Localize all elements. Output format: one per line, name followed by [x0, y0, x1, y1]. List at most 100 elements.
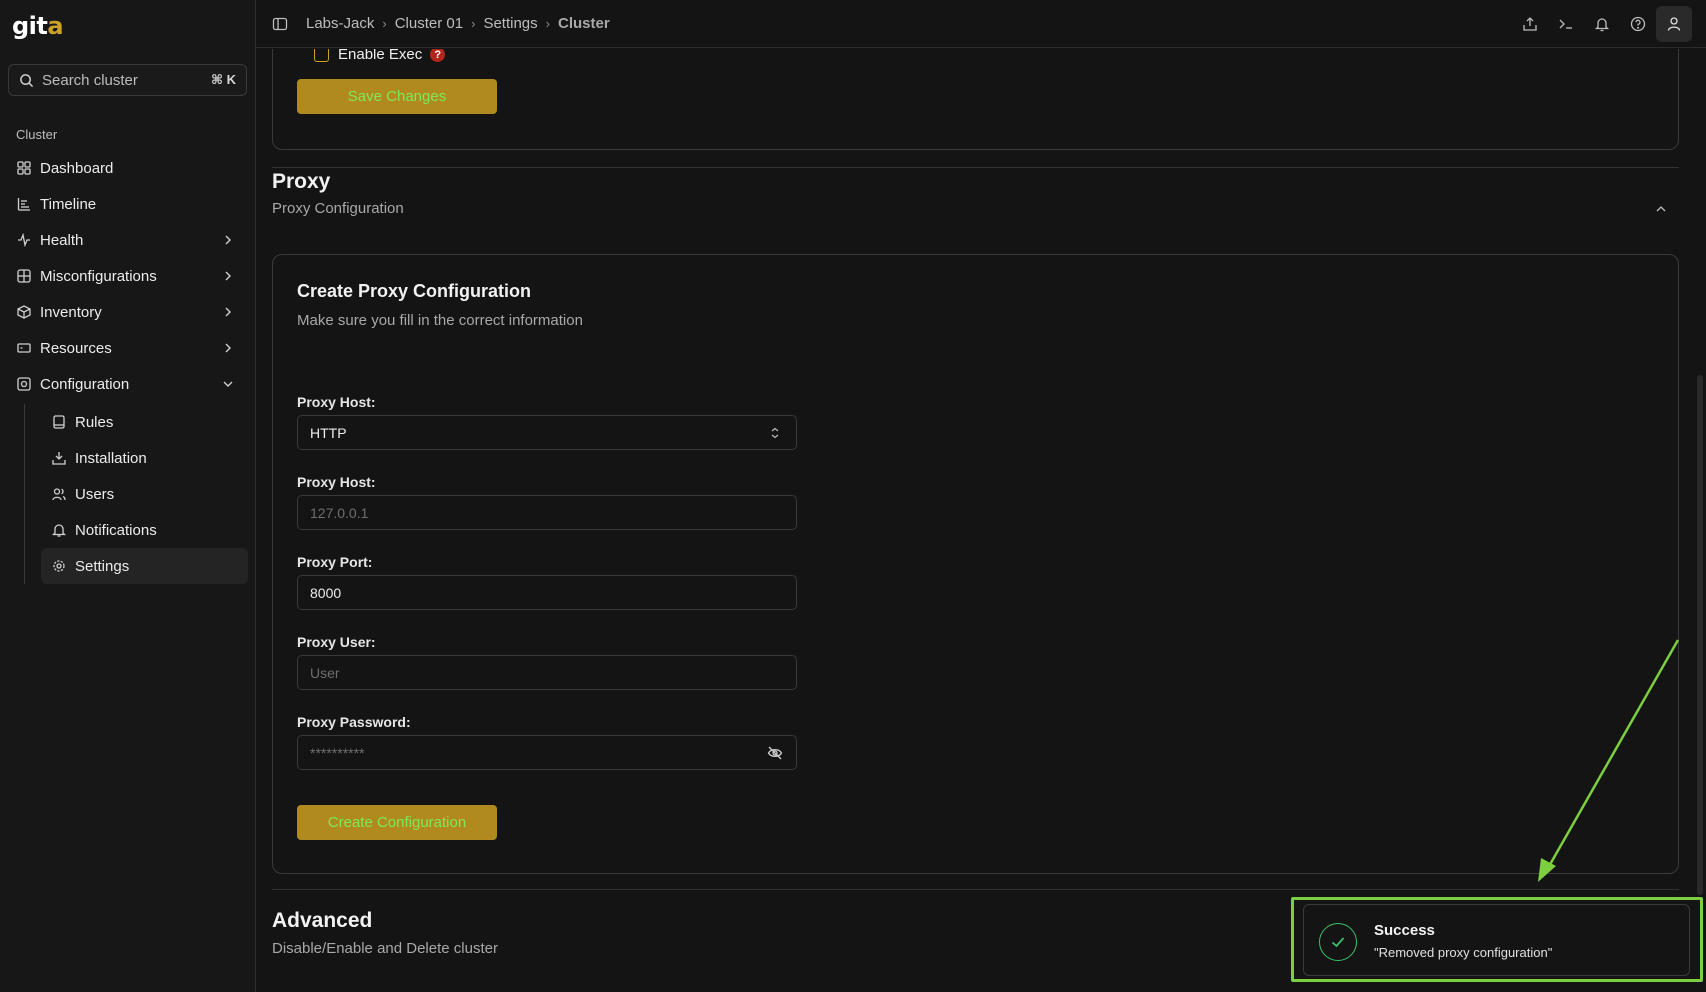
proxy-user-placeholder: User [310, 664, 340, 681]
sidebar-item-label: Inventory [40, 303, 102, 321]
timeline-icon [16, 196, 32, 212]
misconfig-icon [16, 268, 32, 284]
enable-exec-label: Enable Exec [338, 49, 423, 63]
upload-icon[interactable] [1512, 6, 1548, 42]
chevron-right-icon [220, 232, 236, 248]
proxy-section-subtitle: Proxy Configuration [272, 200, 404, 217]
sidebar-item-health[interactable]: Health [8, 222, 248, 258]
search-input[interactable]: Search cluster ⌘ K [8, 64, 247, 96]
header-actions [1512, 0, 1706, 48]
search-icon [20, 73, 34, 87]
book-icon [51, 414, 67, 430]
sidebar-item-label: Settings [75, 557, 130, 575]
sidebar-item-label: Timeline [40, 195, 97, 213]
chevron-right-icon [220, 340, 236, 356]
help-icon[interactable]: ? [430, 49, 446, 62]
check-circle-icon [1319, 923, 1357, 961]
chevron-up-icon[interactable] [1654, 202, 1670, 218]
toast-message: "Removed proxy configuration" [1374, 945, 1553, 960]
proxy-password-input[interactable]: ********** [297, 735, 797, 770]
sidebar-item-resources[interactable]: Resources [8, 330, 248, 366]
success-toast[interactable]: Success "Removed proxy configuration" [1303, 904, 1690, 976]
proxy-user-label: Proxy User: [297, 634, 376, 650]
sidebar-item-misconfigurations[interactable]: Misconfigurations [8, 258, 248, 294]
sidebar-nav: Dashboard Timeline Health Misconfigurati… [8, 150, 248, 584]
proxy-card-title: Create Proxy Configuration [297, 281, 532, 301]
main-content: Enable Exec ? Save Changes Proxy Proxy C… [256, 49, 1692, 992]
proxy-password-label: Proxy Password: [297, 714, 411, 730]
user-avatar-icon[interactable] [1656, 6, 1692, 42]
sidebar-section-label: Cluster [16, 127, 58, 142]
breadcrumb-item[interactable]: Labs-Jack [306, 15, 374, 32]
proxy-host-input[interactable]: 127.0.0.1 [297, 495, 797, 530]
search-shortcut: ⌘ K [210, 72, 236, 87]
proxy-section-title: Proxy [272, 170, 331, 193]
sidebar-item-dashboard[interactable]: Dashboard [8, 150, 248, 186]
sidebar-item-label: Resources [40, 339, 112, 357]
create-configuration-button[interactable]: Create Configuration [297, 805, 497, 840]
proxy-port-label: Proxy Port: [297, 554, 373, 570]
chevron-right-icon [220, 268, 236, 284]
users-icon [51, 486, 67, 502]
chevron-right-icon [220, 304, 236, 320]
proxy-card-description: Make sure you fill in the correct inform… [297, 312, 583, 329]
proxy-password-placeholder: ********** [310, 744, 365, 761]
main-scrollbar[interactable] [1697, 375, 1703, 895]
top-header: Labs-Jack › Cluster 01 › Settings › Clus… [256, 0, 1706, 48]
bell-icon[interactable] [1584, 6, 1620, 42]
advanced-section-title: Advanced [272, 909, 373, 932]
breadcrumb-item[interactable]: Settings [483, 15, 537, 32]
sidebar-item-notifications[interactable]: Notifications [41, 512, 248, 548]
proxy-protocol-label: Proxy Host: [297, 394, 376, 410]
toast-title: Success [1374, 922, 1435, 939]
sidebar-item-configuration[interactable]: Configuration [8, 366, 248, 402]
proxy-host-placeholder: 127.0.0.1 [310, 504, 369, 521]
sidebar-item-label: Misconfigurations [40, 267, 157, 285]
sidebar-item-inventory[interactable]: Inventory [8, 294, 248, 330]
eye-off-icon[interactable] [766, 744, 784, 762]
help-circle-icon[interactable] [1620, 6, 1656, 42]
sidebar-toggle-icon[interactable] [272, 16, 288, 32]
gear-icon [51, 558, 67, 574]
sidebar-item-label: Health [40, 231, 84, 249]
sidebar-item-settings[interactable]: Settings [41, 548, 248, 584]
terminal-icon[interactable] [1548, 6, 1584, 42]
proxy-user-input[interactable]: User [297, 655, 797, 690]
resources-icon [16, 340, 32, 356]
enable-exec-row: Enable Exec ? [314, 49, 446, 63]
sidebar-item-timeline[interactable]: Timeline [8, 186, 248, 222]
breadcrumb-item[interactable]: Cluster 01 [395, 15, 463, 32]
proxy-protocol-select[interactable]: HTTP [297, 415, 797, 450]
activity-icon [16, 232, 32, 248]
chevron-right-icon: › [471, 16, 476, 31]
breadcrumb: Labs-Jack › Cluster 01 › Settings › Clus… [306, 15, 610, 32]
sidebar-item-rules[interactable]: Rules [41, 404, 248, 440]
configuration-submenu: Rules Installation Users Notifications S… [24, 404, 248, 584]
proxy-host-label: Proxy Host: [297, 474, 376, 490]
config-icon [16, 376, 32, 392]
sidebar-item-label: Configuration [40, 375, 130, 393]
section-divider [272, 889, 1679, 890]
proxy-port-input[interactable]: 8000 [297, 575, 797, 610]
bell-icon [51, 522, 67, 538]
save-changes-button[interactable]: Save Changes [297, 79, 497, 114]
sidebar-item-users[interactable]: Users [41, 476, 248, 512]
sidebar-item-label: Installation [75, 449, 147, 467]
advanced-section-subtitle: Disable/Enable and Delete cluster [272, 940, 498, 957]
chevron-right-icon: › [545, 16, 550, 31]
box-icon [16, 304, 32, 320]
sidebar-item-installation[interactable]: Installation [41, 440, 248, 476]
enable-exec-checkbox[interactable] [314, 49, 329, 62]
select-updown-icon [766, 424, 784, 442]
sidebar-item-label: Dashboard [40, 159, 114, 177]
proxy-protocol-value: HTTP [310, 424, 347, 441]
app-logo[interactable]: gita [12, 12, 64, 40]
search-placeholder: Search cluster [42, 71, 138, 89]
sidebar-item-label: Users [75, 485, 115, 503]
breadcrumb-current: Cluster [557, 15, 610, 32]
section-divider [272, 167, 1679, 168]
sidebar: gita Search cluster ⌘ K Cluster Dashboar… [0, 0, 256, 992]
chevron-down-icon [220, 376, 236, 392]
download-icon [51, 450, 67, 466]
proxy-port-value: 8000 [310, 584, 342, 601]
